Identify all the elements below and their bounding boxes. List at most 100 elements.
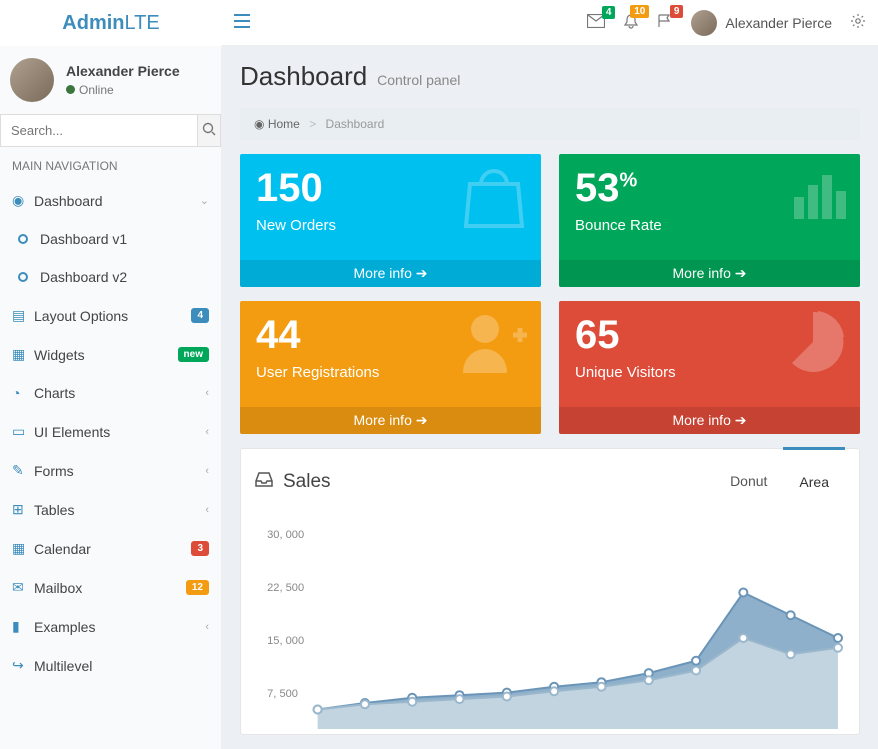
sidebar-item-label: Calendar [34,541,191,557]
sidebar-item-forms[interactable]: ✎ Forms ‹ [0,451,221,490]
sidebar-item-label: Dashboard v2 [40,269,209,285]
sidebar-item-widgets[interactable]: ▦ Widgets new [0,335,221,374]
sidebar-item-examples[interactable]: ▮ Examples ‹ [0,607,221,646]
avatar [691,10,717,36]
tab-donut[interactable]: Donut [714,461,783,502]
sidebar-item-layout[interactable]: ▤ Layout Options 4 [0,296,221,335]
pie-icon [774,307,852,393]
sidebar-item-label: Widgets [34,347,178,363]
stat-box-bounce: 53% Bounce Rate More info ➔ [559,154,860,287]
share-icon: ↪ [12,657,34,674]
stat-value: 150 [256,166,323,210]
breadcrumb-current: Dashboard [326,117,385,131]
circle-icon [18,231,40,247]
bag-icon [455,160,533,246]
user-name-top: Alexander Pierce [725,15,832,31]
search-input[interactable] [0,114,197,147]
stat-box-orders: 150 New Orders More info ➔ [240,154,541,287]
sidebar-item-label: Examples [34,619,205,635]
flags-icon[interactable]: 9 [657,13,673,32]
sidebar-item-label: Tables [34,502,205,518]
edit-icon: ✎ [12,462,34,479]
settings-icon[interactable] [850,13,866,32]
nav-header: MAIN NAVIGATION [0,147,221,181]
more-info-link[interactable]: More info ➔ [240,260,541,287]
pie-chart-icon: ◔ [12,385,34,401]
more-info-link[interactable]: More info ➔ [559,407,860,434]
chevron-left-icon: ‹ [205,504,209,516]
stat-value: 53 [575,166,620,210]
envelope-icon: ✉ [12,579,34,596]
sidebar-item-label: Layout Options [34,308,191,324]
more-info-link[interactable]: More info ➔ [559,260,860,287]
stat-value: 65 [575,313,620,357]
sidebar-item-mailbox[interactable]: ✉ Mailbox 12 [0,568,221,607]
breadcrumb: ◉ Home > Dashboard [240,108,860,140]
calendar-icon: ▦ [12,540,34,557]
folder-icon: ▮ [12,618,34,635]
sidebar-item-calendar[interactable]: ▦ Calendar 3 [0,529,221,568]
user-menu[interactable]: Alexander Pierce [691,10,832,36]
stat-box-registrations: 44 User Registrations More info ➔ [240,301,541,434]
sidebar-user-name: Alexander Pierce [66,63,180,79]
sidebar-item-label: Dashboard v1 [40,231,209,247]
tab-area[interactable]: Area [783,447,845,502]
svg-text:7, 500: 7, 500 [267,688,298,700]
home-icon: ◉ [254,117,264,131]
avatar-sidebar [10,58,54,102]
sidebar-item-label: UI Elements [34,424,205,440]
chevron-left-icon: ‹ [205,621,209,633]
svg-text:15, 000: 15, 000 [267,635,304,647]
chevron-left-icon: ‹ [205,387,209,399]
search-button[interactable] [197,114,221,147]
messages-badge: 4 [602,6,616,19]
sidebar-item-charts[interactable]: ◔ Charts ‹ [0,374,221,412]
stat-box-visitors: 65 Unique Visitors More info ➔ [559,301,860,434]
badge: 4 [191,308,209,323]
svg-text:30, 000: 30, 000 [267,529,304,541]
files-icon: ▤ [12,307,34,324]
badge: new [178,347,209,362]
inbox-icon [255,471,273,493]
laptop-icon: ▭ [12,423,34,440]
sidebar-item-dashboard-v2[interactable]: Dashboard v2 [0,258,221,296]
stat-value: 44 [256,313,301,357]
sales-chart: 30, 000 22, 500 15, 000 7, 500 [257,524,843,734]
sidebar-item-dashboard[interactable]: ◉ Dashboard ⌄ [0,181,221,220]
sidebar-item-dashboard-v1[interactable]: Dashboard v1 [0,220,221,258]
flags-badge: 9 [670,5,684,18]
user-plus-icon [455,307,533,393]
logo[interactable]: AdminLTE [0,0,222,46]
dashboard-icon: ◉ [12,192,34,209]
messages-icon[interactable]: 4 [587,14,605,31]
sidebar-item-label: Mailbox [34,580,186,596]
chevron-left-icon: ‹ [205,465,209,477]
sidebar-item-label: Dashboard [34,193,200,209]
notifications-badge: 10 [630,5,649,18]
user-panel: Alexander Pierce Online [0,46,221,114]
sidebar-item-label: Forms [34,463,205,479]
chevron-left-icon: ‹ [205,426,209,438]
sidebar-item-label: Multilevel [34,658,209,674]
table-icon: ⊞ [12,501,34,518]
sidebar-item-multilevel[interactable]: ↪ Multilevel [0,646,221,685]
badge: 12 [186,580,209,595]
box-title: Sales [283,471,331,493]
badge: 3 [191,541,209,556]
sidebar-item-label: Charts [34,385,205,401]
chevron-down-icon: ⌄ [200,194,209,207]
circle-icon [18,269,40,285]
svg-text:22, 500: 22, 500 [267,582,304,594]
sales-box: Sales Donut Area 30, 000 22, 500 15, 000… [240,448,860,735]
breadcrumb-home[interactable]: Home [268,117,300,131]
sidebar-user-status: Online [66,83,180,97]
more-info-link[interactable]: More info ➔ [240,407,541,434]
page-subtitle: Control panel [377,72,460,88]
sidebar-item-ui[interactable]: ▭ UI Elements ‹ [0,412,221,451]
th-icon: ▦ [12,346,34,363]
sidebar-toggle[interactable] [234,14,250,31]
bars-icon [792,160,852,238]
page-title: Dashboard [240,61,367,91]
notifications-icon[interactable]: 10 [623,13,639,32]
sidebar-item-tables[interactable]: ⊞ Tables ‹ [0,490,221,529]
